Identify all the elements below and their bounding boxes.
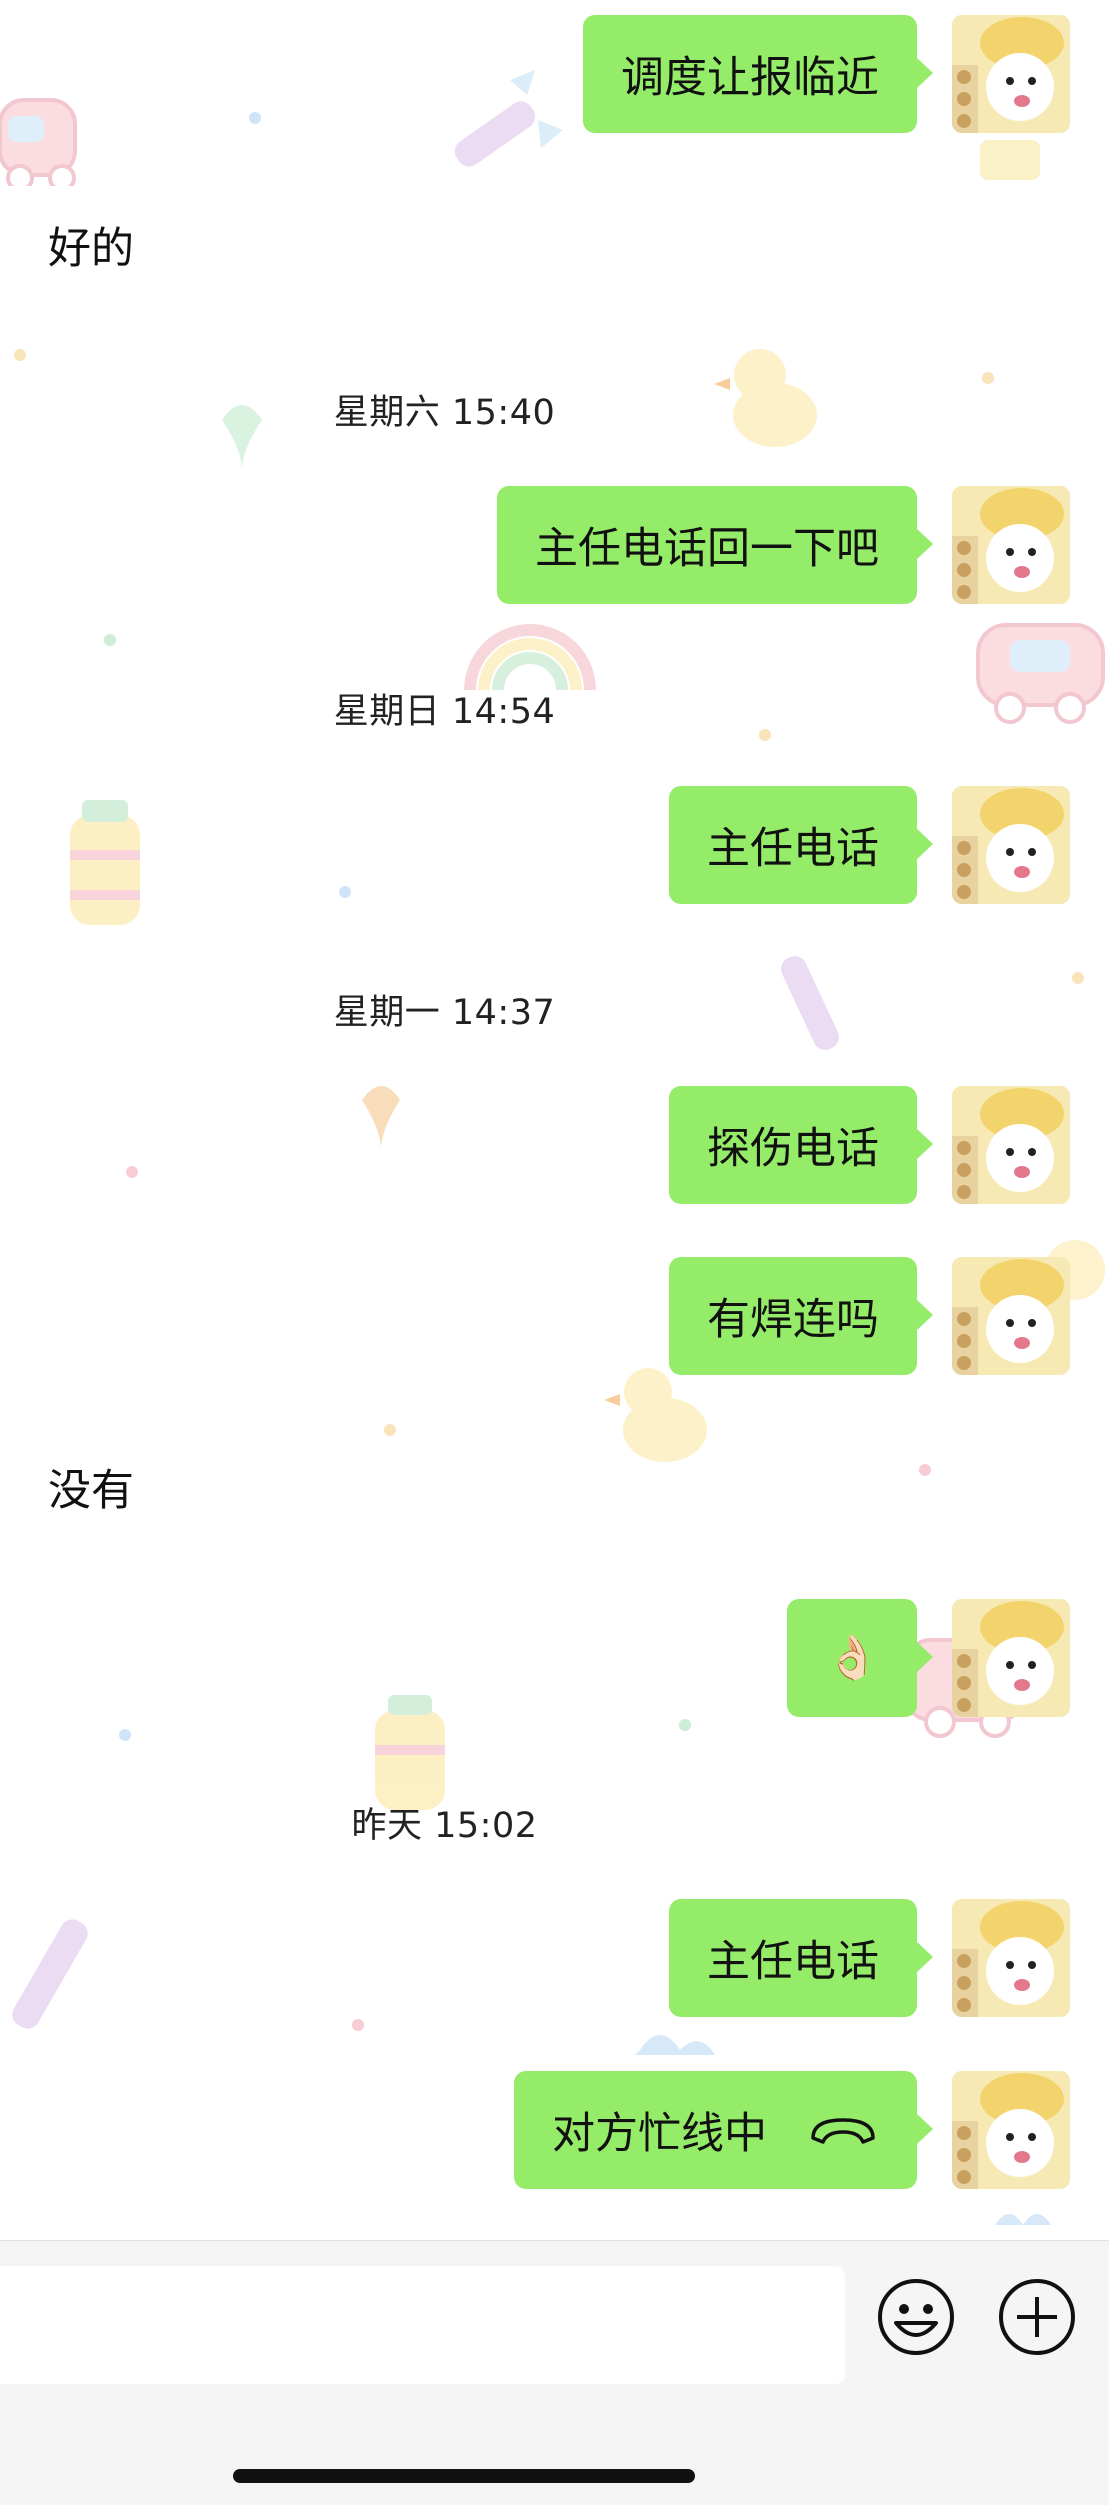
message-bubble-outgoing[interactable]: 调度让报临近	[583, 15, 933, 133]
avatar[interactable]	[952, 1899, 1070, 2017]
chat-message-list[interactable]: 调度让报临近 好的 星期六 15:40 主任电话回一下吧 星期日 14:54 主…	[0, 0, 1109, 2240]
avatar[interactable]	[952, 2071, 1070, 2189]
avatar[interactable]	[952, 1086, 1070, 1204]
message-bubble-outgoing[interactable]: 主任电话	[669, 1899, 933, 2017]
timestamp: 昨天 15:02	[351, 1806, 538, 1846]
message-bubble-incoming[interactable]: 没有	[0, 1428, 182, 1546]
avatar-image	[952, 2071, 1070, 2189]
message-input[interactable]	[0, 2266, 845, 2384]
timestamp: 星期一 14:37	[333, 993, 556, 1033]
avatar[interactable]	[952, 15, 1070, 133]
avatar[interactable]	[952, 486, 1070, 604]
message-bubble-outgoing[interactable]: 主任电话回一下吧	[497, 486, 933, 604]
avatar[interactable]	[952, 1599, 1070, 1717]
plus-icon[interactable]	[997, 2277, 1077, 2357]
avatar-image	[952, 1899, 1070, 2017]
avatar-image	[952, 1599, 1070, 1717]
timestamp: 星期日 14:54	[333, 692, 556, 732]
avatar-image	[952, 486, 1070, 604]
avatar-image	[952, 1086, 1070, 1204]
avatar-image	[952, 1257, 1070, 1375]
call-record-bubble[interactable]: 对方忙线中	[514, 2071, 933, 2189]
avatar[interactable]	[952, 1257, 1070, 1375]
call-status-text: 对方忙线中	[552, 2109, 767, 2159]
home-indicator	[233, 2469, 695, 2483]
message-bubble-outgoing[interactable]: 主任电话	[669, 786, 933, 904]
hangup-icon	[811, 2118, 875, 2144]
emoji-icon[interactable]	[876, 2277, 956, 2357]
message-bubble-outgoing[interactable]: 有焊连吗	[669, 1257, 933, 1375]
avatar[interactable]	[952, 786, 1070, 904]
message-bubble-outgoing[interactable]: 👌🏻	[787, 1599, 933, 1717]
chat-input-bar	[0, 2240, 1109, 2505]
timestamp: 星期六 15:40	[333, 393, 556, 433]
avatar-image	[952, 15, 1070, 133]
message-bubble-incoming[interactable]: 好的	[0, 186, 174, 304]
message-bubble-outgoing[interactable]: 探伤电话	[669, 1086, 933, 1204]
avatar-image	[952, 786, 1070, 904]
